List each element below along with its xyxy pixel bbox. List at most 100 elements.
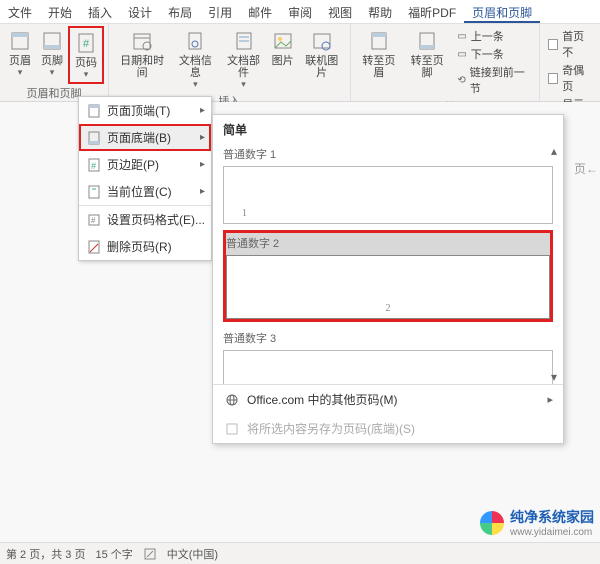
tab-references[interactable]: 引用 — [200, 0, 240, 23]
header-icon — [8, 28, 32, 54]
tab-mail[interactable]: 邮件 — [240, 0, 280, 23]
tab-help[interactable]: 帮助 — [360, 0, 400, 23]
link-prev-section[interactable]: ⟲ 链接到前一节 — [457, 64, 529, 96]
page-number-dropdown: 页面顶端(T) ▸ 页面底端(B) ▸ # 页边距(P) ▸ 当前位置(C) ▸… — [78, 96, 212, 261]
tab-foxit-pdf[interactable]: 福昕PDF — [400, 0, 464, 23]
office-more-item[interactable]: Office.com 中的其他页码(M) ▸ — [213, 385, 563, 414]
link-icon: ⟲ — [457, 75, 465, 86]
watermark-logo-icon — [480, 511, 504, 535]
docparts-icon — [232, 28, 256, 54]
page-count-status[interactable]: 第 2 页，共 3 页 — [6, 546, 85, 562]
group-header-footer: 页眉 ▾ 页脚 ▾ # 页码 ▾ 页眉和页脚 — [0, 24, 109, 101]
checkbox-icon — [548, 73, 558, 84]
picture-button[interactable]: 图片 — [268, 26, 298, 69]
proofing-status[interactable] — [143, 547, 157, 561]
next-link[interactable]: ▭ 下一条 — [457, 46, 529, 62]
watermark: 纯净系统家园 www.yidaimei.com — [480, 507, 594, 538]
chevron-right-icon: ▸ — [200, 105, 205, 116]
page-margin-icon: # — [85, 157, 103, 173]
language-status[interactable]: 中文(中国) — [167, 546, 218, 562]
chevron-down-icon: ▾ — [193, 79, 198, 90]
gallery-footer: Office.com 中的其他页码(M) ▸ 将所选内容另存为页码(底端)(S) — [213, 384, 563, 443]
scroll-up-icon[interactable]: ▴ — [547, 144, 561, 158]
calendar-icon — [130, 28, 154, 54]
chevron-down-icon: ▾ — [18, 67, 23, 78]
ribbon-tabs: 文件 开始 插入 设计 布局 引用 邮件 审阅 视图 帮助 福昕PDF 页眉和页… — [0, 0, 600, 24]
chevron-right-icon: ▸ — [200, 159, 205, 170]
chevron-down-icon: ▾ — [50, 67, 55, 78]
goto-footer-button[interactable]: 转至页脚 — [403, 26, 451, 81]
group-options: 首页不 奇偶页 显示文 — [540, 24, 600, 101]
globe-icon — [223, 393, 241, 407]
svg-text:#: # — [83, 38, 90, 50]
remove-icon — [85, 239, 103, 255]
footer-icon — [40, 28, 64, 54]
gallery-item-plain-3[interactable]: 普通数字 3 3 — [223, 328, 553, 384]
current-position-icon — [85, 184, 103, 200]
proofing-icon — [143, 547, 157, 561]
format-icon: # — [85, 212, 103, 228]
tab-design[interactable]: 设计 — [120, 0, 160, 23]
page-number-icon: # — [74, 30, 98, 56]
gallery-item-plain-1[interactable]: 普通数字 1 1 — [223, 144, 553, 224]
chevron-down-icon: ▾ — [241, 79, 246, 90]
page-number-button[interactable]: # 页码 ▾ — [68, 26, 104, 84]
svg-text:#: # — [91, 216, 96, 225]
goto-header-button[interactable]: 转至页眉 — [355, 26, 403, 81]
gallery-body[interactable]: ▴ 普通数字 1 1 普通数字 2 2 普通数字 3 3 ▾ — [213, 144, 563, 384]
prev-icon: ▭ — [457, 31, 466, 42]
gallery-preview: 1 — [223, 166, 553, 224]
online-picture-button[interactable]: 联机图片 — [298, 26, 346, 81]
watermark-title: 纯净系统家园 — [510, 507, 594, 527]
tab-header-footer[interactable]: 页眉和页脚 — [464, 0, 540, 23]
chevron-down-icon: ▾ — [84, 69, 89, 80]
tab-insert[interactable]: 插入 — [80, 0, 120, 23]
datetime-button[interactable]: 日期和时间 — [113, 26, 171, 81]
current-position-item[interactable]: 当前位置(C) ▸ — [79, 178, 211, 205]
svg-text:#: # — [91, 161, 96, 171]
online-picture-icon — [310, 28, 334, 54]
watermark-url: www.yidaimei.com — [510, 527, 594, 538]
docinfo-icon — [183, 28, 207, 54]
tab-home[interactable]: 开始 — [40, 0, 80, 23]
gallery-heading: 简单 — [213, 115, 563, 144]
word-count-status[interactable]: 15 个字 — [95, 546, 132, 562]
tab-file[interactable]: 文件 — [0, 0, 40, 23]
gallery-preview: 3 — [223, 350, 553, 384]
page-top-icon — [85, 103, 103, 119]
tab-view[interactable]: 视图 — [320, 0, 360, 23]
page-bottom-icon — [85, 130, 103, 146]
checkbox-icon — [548, 39, 558, 50]
odd-even-diff-checkbox[interactable]: 奇偶页 — [548, 62, 592, 94]
gallery-preview: 2 — [226, 255, 550, 319]
prev-link[interactable]: ▭ 上一条 — [457, 28, 529, 44]
docinfo-button[interactable]: 文档信息 ▾ — [171, 26, 219, 92]
remove-page-number-item[interactable]: 删除页码(R) — [79, 233, 211, 260]
page-hint-label: 页← — [574, 160, 598, 177]
scroll-down-icon[interactable]: ▾ — [547, 370, 561, 384]
nav-list: ▭ 上一条 ▭ 下一条 ⟲ 链接到前一节 — [451, 26, 535, 98]
gallery-item-plain-2[interactable]: 普通数字 2 2 — [223, 230, 553, 322]
group-navigation: 转至页眉 转至页脚 ▭ 上一条 ▭ 下一条 ⟲ 链接到前一节 — [351, 24, 540, 101]
picture-icon — [271, 28, 295, 54]
page-margin-item[interactable]: # 页边距(P) ▸ — [79, 151, 211, 178]
save-icon — [223, 422, 241, 436]
tab-review[interactable]: 审阅 — [280, 0, 320, 23]
header-button[interactable]: 页眉 ▾ — [4, 26, 36, 80]
page-top-item[interactable]: 页面顶端(T) ▸ — [79, 97, 211, 124]
goto-footer-icon — [415, 28, 439, 54]
save-selection-item: 将所选内容另存为页码(底端)(S) — [213, 414, 563, 443]
ribbon-content: 页眉 ▾ 页脚 ▾ # 页码 ▾ 页眉和页脚 — [0, 24, 600, 102]
docparts-button[interactable]: 文档部件 ▾ — [219, 26, 267, 92]
group-insert: 日期和时间 文档信息 ▾ 文档部件 ▾ 图片 — [109, 24, 351, 101]
tab-layout[interactable]: 布局 — [160, 0, 200, 23]
next-icon: ▭ — [457, 49, 466, 60]
chevron-right-icon: ▸ — [200, 132, 205, 143]
page-bottom-gallery: 简单 ▴ 普通数字 1 1 普通数字 2 2 普通数字 3 3 ▾ Office… — [212, 114, 564, 444]
format-page-number-item[interactable]: # 设置页码格式(E)... — [79, 205, 211, 233]
footer-button[interactable]: 页脚 ▾ — [36, 26, 68, 80]
first-page-diff-checkbox[interactable]: 首页不 — [548, 28, 592, 60]
status-bar: 第 2 页，共 3 页 15 个字 中文(中国) — [0, 542, 600, 564]
page-bottom-item[interactable]: 页面底端(B) ▸ — [79, 124, 211, 151]
chevron-right-icon: ▸ — [547, 393, 553, 406]
